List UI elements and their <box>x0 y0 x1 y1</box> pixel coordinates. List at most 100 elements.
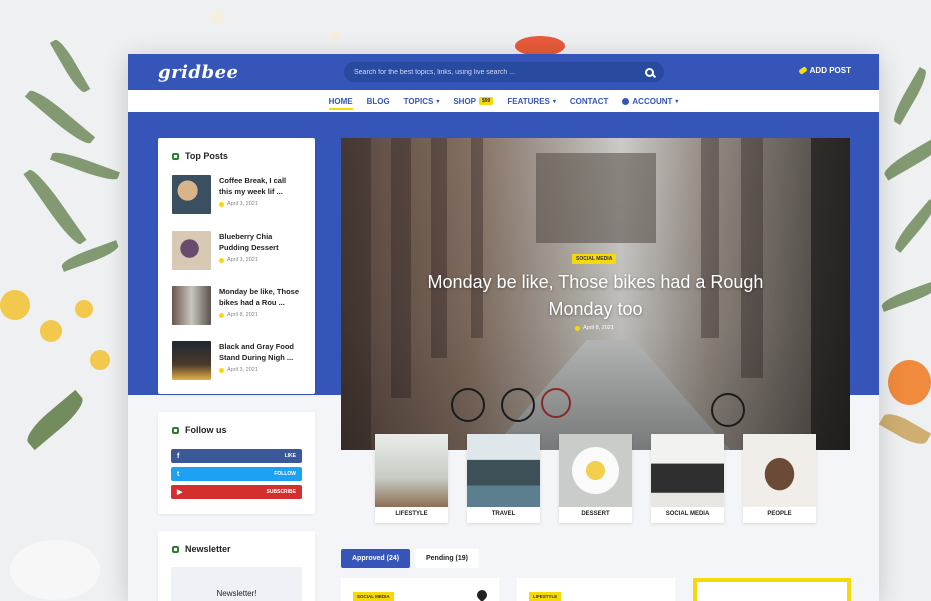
widget-title: Follow us <box>158 412 315 435</box>
category-image <box>743 434 816 507</box>
nav-item-features[interactable]: FEATURES ▾ <box>500 90 563 112</box>
search-input[interactable] <box>354 68 645 76</box>
nav-label: CONTACT <box>569 96 609 106</box>
category-image <box>375 434 448 507</box>
widget-icon <box>172 426 179 434</box>
twitter-follow-button[interactable]: t FOLLOW <box>171 467 302 481</box>
category-badge[interactable]: SOCIAL MEDIA <box>353 592 394 601</box>
calendar-icon <box>219 201 224 207</box>
category-badge[interactable]: LIFESTYLE <box>529 592 562 601</box>
widget-title: Newsletter <box>158 531 315 554</box>
category-card-social-media[interactable]: SOCIAL MEDIA <box>651 434 724 523</box>
social-label: LIKE <box>284 453 296 459</box>
widget-title-text: Follow us <box>185 425 227 435</box>
post-date: April 3, 2021 <box>219 367 301 373</box>
category-card-lifestyle[interactable]: LIFESTYLE <box>375 434 448 523</box>
nav-label: HOME <box>328 96 353 106</box>
category-card-dessert[interactable]: DESSERT <box>559 434 632 523</box>
chevron-down-icon: ▾ <box>552 98 556 105</box>
category-badge[interactable]: SOCIAL MEDIA <box>572 254 617 264</box>
social-label: FOLLOW <box>274 471 296 477</box>
nav-label: FEATURES <box>507 96 550 106</box>
featured-date: April 8, 2021 <box>575 325 614 331</box>
facebook-icon: f <box>177 452 180 460</box>
post-thumbnail[interactable] <box>172 286 211 325</box>
nav-item-shop[interactable]: SHOP $99 <box>446 90 500 112</box>
post-date-text: April 3, 2021 <box>227 367 258 373</box>
chevron-down-icon: ▾ <box>436 98 440 105</box>
follow-us-widget: Follow us f LIKE t FOLLOW ▶ SUBSCRIBE <box>158 412 315 514</box>
calendar-icon <box>219 257 224 263</box>
list-item[interactable]: Coffee Break, I call this my week lif ..… <box>158 175 315 214</box>
category-label: TRAVEL <box>491 511 516 517</box>
featured-date-text: April 8, 2021 <box>583 325 614 331</box>
category-label: SOCIAL MEDIA <box>665 511 710 517</box>
search-icon[interactable] <box>645 67 654 77</box>
search-bar[interactable] <box>344 62 664 82</box>
newsletter-widget: Newsletter Newsletter! <box>158 531 315 601</box>
category-image <box>651 434 724 507</box>
category-image <box>559 434 632 507</box>
post-date-text: April 8, 2021 <box>227 312 258 318</box>
category-image <box>467 434 540 507</box>
add-post-label: ADD POST <box>809 66 851 75</box>
post-date-text: April 3, 2021 <box>227 257 258 263</box>
youtube-icon: ▶ <box>177 489 183 496</box>
featured-title[interactable]: Monday be like, Those bikes had a Rough … <box>401 269 790 323</box>
post-title[interactable]: Blueberry Chia Pudding Dessert <box>219 231 301 253</box>
user-icon <box>622 97 630 105</box>
post-thumbnail[interactable] <box>172 341 211 380</box>
nav-item-home[interactable]: HOME <box>322 90 360 112</box>
post-thumbnail[interactable] <box>172 231 211 270</box>
widget-title-text: Top Posts <box>185 151 228 161</box>
widget-icon <box>172 152 179 160</box>
nav-label: BLOG <box>366 96 390 106</box>
tab-pending[interactable]: Pending (19) <box>415 549 480 568</box>
pen-icon <box>797 66 808 75</box>
post-title[interactable]: Black and Gray Food Stand During Nigh ..… <box>219 341 301 363</box>
calendar-icon <box>219 367 224 373</box>
nav-label: SHOP <box>453 96 476 106</box>
post-date-text: April 3, 2021 <box>227 201 258 207</box>
category-label: DESSERT <box>581 511 610 517</box>
main-navigation: HOME BLOG TOPICS ▾ SHOP $99 FEATURES ▾ C… <box>128 90 879 112</box>
tab-approved[interactable]: Approved (24) <box>341 549 411 568</box>
widget-title: Top Posts <box>158 138 315 161</box>
site-logo[interactable]: gridbee <box>158 62 238 83</box>
nav-label: ACCOUNT <box>632 96 673 106</box>
website-frame: gridbee ADD POST HOME BLOG TOPICS ▾ SHOP… <box>128 54 879 601</box>
post-card-highlighted[interactable] <box>693 578 851 601</box>
calendar-icon <box>575 325 580 331</box>
widget-icon <box>172 545 179 553</box>
category-label: LIFESTYLE <box>395 511 428 517</box>
social-label: SUBSCRIBE <box>266 489 296 495</box>
calendar-icon <box>219 312 224 318</box>
site-header: gridbee ADD POST <box>128 54 879 90</box>
add-post-button[interactable]: ADD POST <box>797 66 851 75</box>
post-date: April 8, 2021 <box>219 312 301 318</box>
category-card-travel[interactable]: TRAVEL <box>467 434 540 523</box>
list-item[interactable]: Monday be like, Those bikes had a Rou ..… <box>158 286 315 325</box>
widget-title-text: Newsletter <box>185 544 231 554</box>
newsletter-heading: Newsletter! <box>216 589 257 598</box>
nav-item-topics[interactable]: TOPICS ▾ <box>397 90 447 112</box>
featured-post[interactable]: SOCIAL MEDIA Monday be like, Those bikes… <box>341 138 850 450</box>
post-thumbnail[interactable] <box>172 175 211 214</box>
list-item[interactable]: Blueberry Chia Pudding Dessert April 3, … <box>158 231 315 270</box>
list-item[interactable]: Black and Gray Food Stand During Nigh ..… <box>158 341 315 380</box>
facebook-like-button[interactable]: f LIKE <box>171 449 302 463</box>
youtube-subscribe-button[interactable]: ▶ SUBSCRIBE <box>171 485 302 499</box>
nav-item-account[interactable]: ACCOUNT ▾ <box>615 90 685 112</box>
post-title[interactable]: Monday be like, Those bikes had a Rou ..… <box>219 286 301 308</box>
post-title[interactable]: Coffee Break, I call this my week lif ..… <box>219 175 301 197</box>
category-card-people[interactable]: PEOPLE <box>743 434 816 523</box>
twitter-icon: t <box>177 470 180 478</box>
pin-icon <box>474 587 490 601</box>
post-date: April 3, 2021 <box>219 257 301 263</box>
nav-item-contact[interactable]: CONTACT <box>563 90 616 112</box>
post-card[interactable]: LIFESTYLE <box>517 578 675 601</box>
post-card[interactable]: SOCIAL MEDIA <box>341 578 499 601</box>
nav-item-blog[interactable]: BLOG <box>360 90 397 112</box>
top-posts-widget: Top Posts Coffee Break, I call this my w… <box>158 138 315 394</box>
post-date: April 3, 2021 <box>219 201 301 207</box>
